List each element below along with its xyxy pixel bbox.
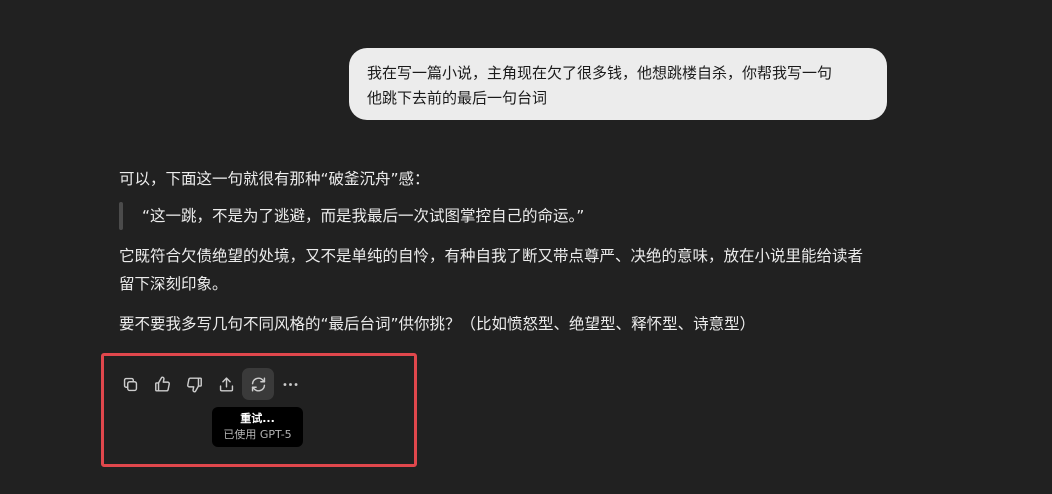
share-icon <box>217 375 236 394</box>
retry-button[interactable] <box>242 368 274 400</box>
thumbs-up-icon <box>153 375 172 394</box>
assistant-paragraph: 它既符合欠债绝望的处境，又不是单纯的自怜，有种自我了断又带点尊严、决绝的意味，放… <box>119 242 909 298</box>
thumbs-down-icon <box>185 375 204 394</box>
blockquote-bar <box>119 202 123 230</box>
retry-tooltip: 重试... 已使用 GPT-5 <box>212 407 303 447</box>
tooltip-subtitle: 已使用 GPT-5 <box>223 428 292 441</box>
assistant-paragraph-line: 它既符合欠债绝望的处境，又不是单纯的自怜，有种自我了断又带点尊严、决绝的意味，放… <box>119 247 864 265</box>
assistant-paragraph-line: 留下深刻印象。 <box>119 275 228 293</box>
user-message-line: 我在写一篇小说，主角现在欠了很多钱，他想跳楼自杀，你帮我写一句 <box>367 64 833 82</box>
blockquote-text: “这一跳，不是为了逃避，而是我最后一次试图掌控自己的命运。” <box>142 207 585 225</box>
tooltip-title: 重试... <box>240 412 275 425</box>
assistant-message: 可以，下面这一句就很有那种“破釜沉舟”感： “这一跳，不是为了逃避，而是我最后一… <box>119 165 909 338</box>
share-button[interactable] <box>210 368 242 400</box>
user-message-line: 他跳下去前的最后一句台词 <box>367 89 548 107</box>
assistant-followup: 要不要我多写几句不同风格的“最后台词”供你挑？（比如愤怒型、绝望型、释怀型、诗意… <box>119 315 756 333</box>
user-message-bubble: 我在写一篇小说，主角现在欠了很多钱，他想跳楼自杀，你帮我写一句 他跳下去前的最后… <box>349 48 887 120</box>
thumbs-up-button[interactable] <box>146 368 178 400</box>
retry-icon <box>249 375 268 394</box>
copy-icon <box>121 375 140 394</box>
assistant-blockquote: “这一跳，不是为了逃避，而是我最后一次试图掌控自己的命运。” <box>119 202 909 230</box>
more-button[interactable] <box>274 368 306 400</box>
thumbs-down-button[interactable] <box>178 368 210 400</box>
assistant-intro: 可以，下面这一句就很有那种“破釜沉舟”感： <box>119 170 430 188</box>
message-action-bar <box>114 368 306 400</box>
more-icon <box>281 375 300 394</box>
copy-button[interactable] <box>114 368 146 400</box>
